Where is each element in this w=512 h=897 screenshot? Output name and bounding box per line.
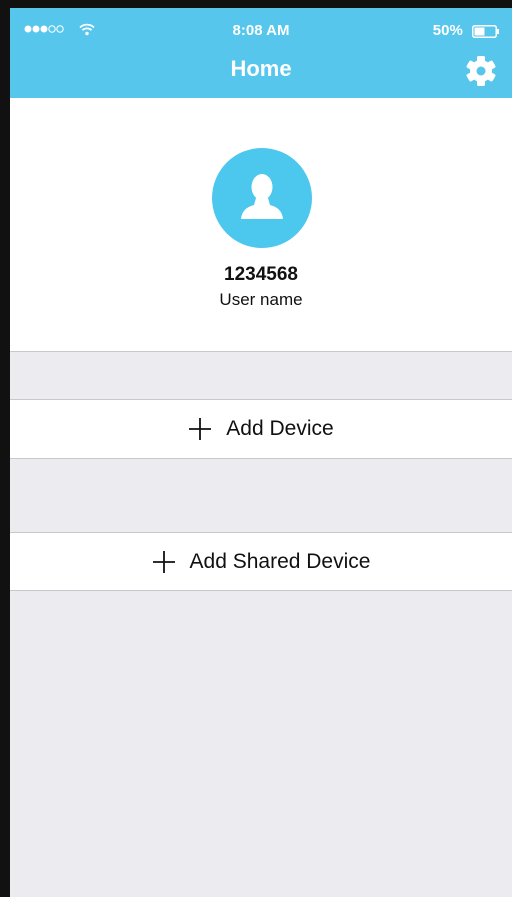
add-device-label: Add Device <box>226 417 334 440</box>
page-title: Home <box>230 56 292 81</box>
add-shared-device-button[interactable]: Add Shared Device <box>10 532 512 591</box>
phone-screen: 8:08 AM 50% Home 1234568 User name Add D… <box>0 0 512 897</box>
avatar[interactable] <box>212 148 312 248</box>
plus-icon <box>189 418 212 440</box>
add-device-button[interactable]: Add Device <box>10 399 512 459</box>
user-id: 1234568 <box>224 264 298 285</box>
add-shared-device-label: Add Shared Device <box>189 549 371 573</box>
settings-button[interactable] <box>464 54 498 88</box>
battery-percent: 50% <box>432 22 463 39</box>
battery-icon <box>472 24 499 38</box>
profile-card: 1234568 User name <box>10 98 512 352</box>
user-name: User name <box>219 290 303 309</box>
plus-icon <box>152 550 175 573</box>
status-battery: 50% <box>433 22 500 39</box>
gear-icon <box>466 56 496 86</box>
app-header: 8:08 AM 50% Home <box>10 8 512 98</box>
user-silhouette-icon <box>212 148 312 248</box>
